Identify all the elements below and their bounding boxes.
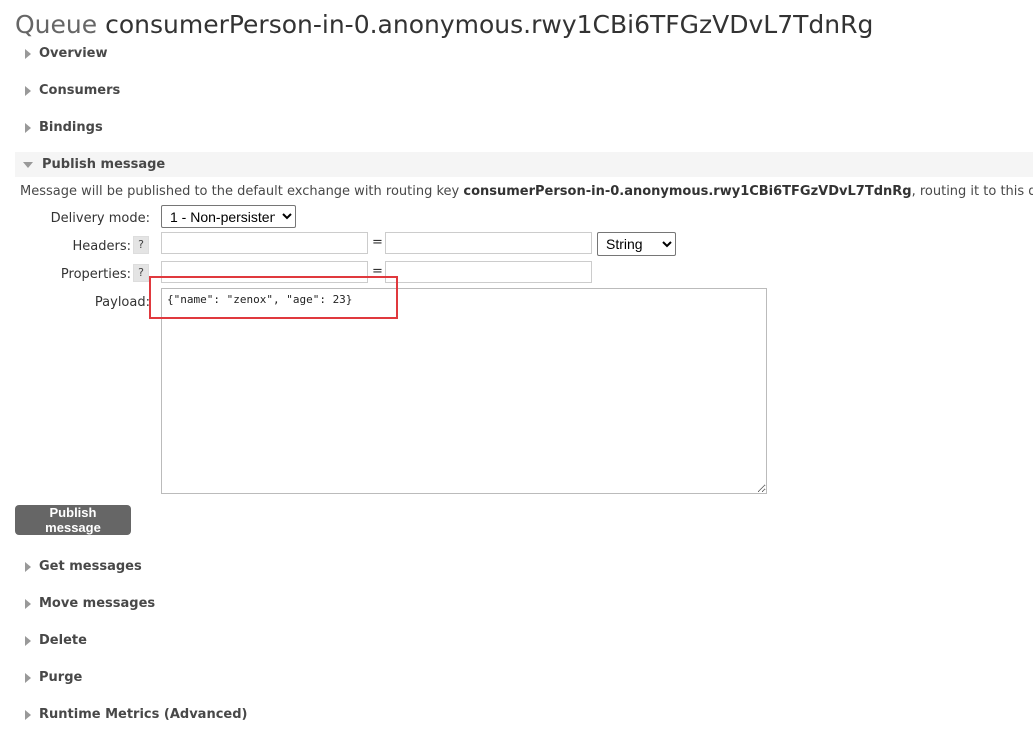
section-move-messages[interactable]: Move messages xyxy=(15,591,1033,616)
headers-label: Headers: xyxy=(72,239,132,254)
section-label: Get messages xyxy=(39,559,142,574)
triangle-down-icon xyxy=(23,161,33,168)
triangle-right-icon xyxy=(25,122,31,133)
triangle-right-icon xyxy=(25,709,31,720)
section-label: Overview xyxy=(39,46,108,61)
section-overview[interactable]: Overview xyxy=(15,41,1033,66)
properties-label: Properties: xyxy=(60,267,131,282)
section-purge[interactable]: Purge xyxy=(15,665,1033,690)
section-label: Bindings xyxy=(39,120,103,135)
section-label: Purge xyxy=(39,670,83,685)
delivery-mode-label: Delivery mode: xyxy=(50,211,150,226)
triangle-right-icon xyxy=(25,561,31,572)
section-label: Runtime Metrics (Advanced) xyxy=(39,707,248,722)
property-value-input[interactable] xyxy=(385,261,592,283)
payload-textarea[interactable]: {"name": "zenox", "age": 23} xyxy=(161,288,767,494)
section-consumers[interactable]: Consumers xyxy=(15,78,1033,103)
triangle-right-icon xyxy=(25,85,31,96)
payload-label: Payload: xyxy=(94,295,150,310)
properties-help-icon[interactable]: ? xyxy=(133,264,149,282)
section-label: Consumers xyxy=(39,83,121,98)
publish-message-button[interactable]: Publish message xyxy=(15,505,131,535)
section-label: Publish message xyxy=(42,157,166,172)
routing-key: consumerPerson-in-0.anonymous.rwy1CBi6TF… xyxy=(463,184,912,199)
page-title: Queue consumerPerson-in-0.anonymous.rwy1… xyxy=(15,10,873,39)
header-equals: = xyxy=(372,235,383,250)
triangle-right-icon xyxy=(25,48,31,59)
section-publish-message[interactable]: Publish message xyxy=(15,152,1033,177)
publish-info: Message will be published to the default… xyxy=(20,184,1033,199)
triangle-right-icon xyxy=(25,598,31,609)
section-label: Delete xyxy=(39,633,87,648)
section-bindings[interactable]: Bindings xyxy=(15,115,1033,140)
section-get-messages[interactable]: Get messages xyxy=(15,554,1033,579)
headers-help-icon[interactable]: ? xyxy=(133,236,149,254)
header-type-select[interactable]: String xyxy=(597,232,676,256)
triangle-right-icon xyxy=(25,635,31,646)
delivery-mode-select[interactable]: 1 - Non-persistent xyxy=(161,205,296,228)
queue-name: consumerPerson-in-0.anonymous.rwy1CBi6TF… xyxy=(105,10,874,39)
property-key-input[interactable] xyxy=(161,261,368,283)
section-delete[interactable]: Delete xyxy=(15,628,1033,653)
section-label: Move messages xyxy=(39,596,156,611)
triangle-right-icon xyxy=(25,672,31,683)
header-key-input[interactable] xyxy=(161,232,368,254)
section-runtime-metrics[interactable]: Runtime Metrics (Advanced) xyxy=(15,702,1033,727)
property-equals: = xyxy=(372,264,383,279)
header-value-input[interactable] xyxy=(385,232,592,254)
page-title-prefix: Queue xyxy=(15,10,98,39)
